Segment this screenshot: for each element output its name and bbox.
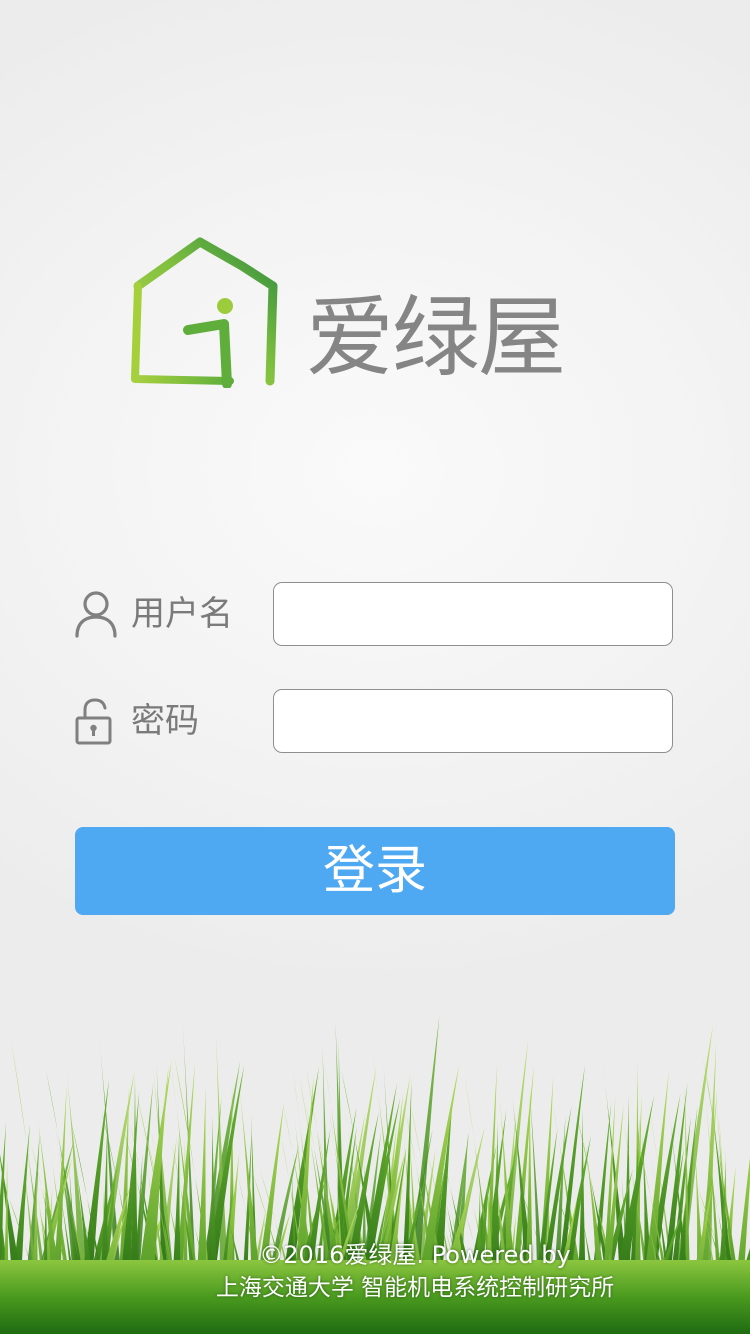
password-input[interactable] [273, 689, 673, 753]
login-button[interactable]: 登录 [75, 827, 675, 915]
house-i-icon [131, 237, 278, 388]
password-row: 密码 [74, 689, 676, 755]
user-icon [75, 591, 117, 638]
brand-name: 爱绿屋 [306, 286, 566, 389]
username-input[interactable] [273, 582, 673, 646]
app-logo: 爱绿屋 [130, 236, 590, 396]
footer: ©2016爱绿屋. Powered by 上海交通大学 智能机电系统控制研究所 [0, 1238, 750, 1304]
institution-text: 上海交通大学 智能机电系统控制研究所 [215, 1275, 615, 1301]
username-row: 用户名 [74, 582, 676, 648]
lock-icon [75, 698, 112, 745]
username-label: 用户名 [131, 594, 233, 634]
copyright-text: ©2016爱绿屋. Powered by [259, 1241, 571, 1269]
password-label: 密码 [131, 701, 199, 741]
